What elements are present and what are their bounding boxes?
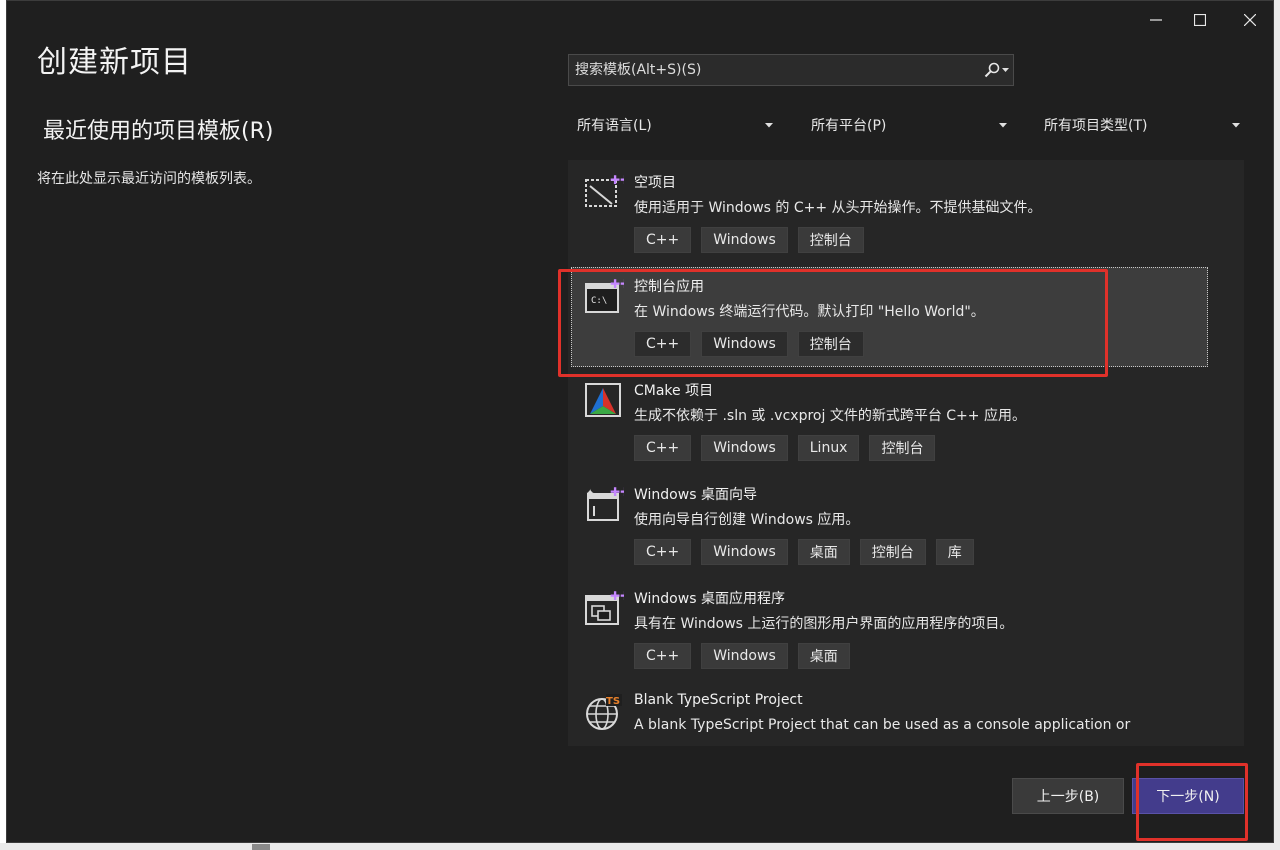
template-item-desktop-app[interactable]: ✚✚ Windows 桌面应用程序 具有在 Windows 上运行的图形用户界面… (568, 576, 1244, 680)
empty-project-icon: ✚✚ (585, 173, 624, 207)
tag: Windows (701, 539, 788, 565)
template-name: 空项目 (634, 175, 676, 191)
template-name: Blank TypeScript Project (634, 692, 803, 708)
tag: C++ (634, 539, 692, 565)
tag: Windows (701, 227, 788, 253)
chevron-down-icon (765, 122, 773, 127)
tag: 控制台 (869, 435, 936, 461)
chevron-down-icon (1232, 122, 1240, 127)
recent-templates-heading: 最近使用的项目模板(R) (43, 119, 274, 144)
template-description: 在 Windows 终端运行代码。默认打印 "Hello World"。 (634, 304, 985, 320)
tag: 库 (935, 539, 974, 565)
create-project-dialog: 创建新项目 最近使用的项目模板(R) 将在此处显示最近访问的模板列表。 所有语言… (6, 0, 1274, 843)
tag: Windows (701, 435, 788, 461)
template-description: 具有在 Windows 上运行的图形用户界面的应用程序的项目。 (634, 616, 1014, 632)
template-tags: C++ Windows 桌面 (634, 643, 850, 669)
tag: 控制台 (797, 227, 864, 253)
platform-filter-label: 所有平台(P) (811, 118, 887, 134)
tag: 控制台 (859, 539, 926, 565)
tag: 桌面 (797, 643, 850, 669)
template-description: 使用适用于 Windows 的 C++ 从头开始操作。不提供基础文件。 (634, 200, 1042, 216)
template-item-empty-project[interactable]: ✚✚ 空项目 使用适用于 Windows 的 C++ 从头开始操作。不提供基础文… (568, 160, 1244, 264)
svg-text:TS: TS (606, 696, 620, 707)
language-filter-dropdown[interactable]: 所有语言(L) (577, 111, 773, 139)
template-list[interactable]: ✚✚ 空项目 使用适用于 Windows 的 C++ 从头开始操作。不提供基础文… (568, 160, 1244, 746)
project-type-filter-dropdown[interactable]: 所有项目类型(T) (1044, 111, 1240, 139)
chevron-down-icon (1001, 67, 1009, 72)
template-name: Windows 桌面向导 (634, 487, 757, 503)
tag: Windows (701, 643, 788, 669)
template-tags: C++ Windows Linux 控制台 (634, 435, 936, 461)
recent-templates-empty-text: 将在此处显示最近访问的模板列表。 (37, 171, 261, 187)
close-icon (1244, 14, 1256, 26)
console-app-icon: C:\ ✚✚ (585, 277, 624, 313)
scroll-nub (252, 844, 270, 850)
desktop-app-icon: ✚✚ (585, 589, 624, 625)
search-icon (984, 62, 999, 78)
maximize-icon (1194, 14, 1206, 26)
tag: Linux (797, 435, 860, 461)
platform-filter-dropdown[interactable]: 所有平台(P) (811, 111, 1007, 139)
next-button[interactable]: 下一步(N) (1132, 778, 1244, 814)
template-item-cmake-project[interactable]: CMake 项目 生成不依赖于 .sln 或 .vcxproj 文件的新式跨平台… (568, 368, 1244, 472)
template-tags: C++ Windows 控制台 (634, 227, 864, 253)
template-item-blank-typescript[interactable]: TS Blank TypeScript Project A blank Type… (568, 680, 1244, 746)
typescript-globe-icon: TS (586, 694, 622, 730)
template-name: CMake 项目 (634, 383, 714, 399)
template-description: A blank TypeScript Project that can be u… (634, 717, 1131, 733)
template-description: 生成不依赖于 .sln 或 .vcxproj 文件的新式跨平台 C++ 应用。 (634, 408, 1026, 424)
tag: C++ (634, 643, 692, 669)
page-title: 创建新项目 (37, 45, 192, 80)
svg-text:✚✚: ✚✚ (610, 277, 624, 291)
template-tags: C++ Windows 控制台 (634, 331, 864, 357)
minimize-button[interactable] (1133, 5, 1179, 35)
svg-text:✚✚: ✚✚ (610, 173, 624, 187)
tag: C++ (634, 227, 692, 253)
cmake-icon (585, 383, 621, 417)
svg-text:✚✚: ✚✚ (610, 485, 624, 499)
template-name: 控制台应用 (634, 279, 704, 295)
template-description: 使用向导自行创建 Windows 应用。 (634, 512, 860, 528)
tag: C++ (634, 331, 692, 357)
desktop-wizard-icon: ✦ ✚✚ (586, 485, 624, 521)
language-filter-label: 所有语言(L) (577, 118, 652, 134)
background-window-edge (1274, 0, 1280, 843)
project-type-filter-label: 所有项目类型(T) (1044, 118, 1148, 134)
tag: 控制台 (797, 331, 864, 357)
template-item-desktop-wizard[interactable]: ✦ ✚✚ Windows 桌面向导 使用向导自行创建 Windows 应用。 C… (568, 472, 1244, 576)
template-search-box[interactable] (568, 54, 1014, 86)
svg-text:✚✚: ✚✚ (610, 589, 624, 603)
back-button[interactable]: 上一步(B) (1012, 778, 1124, 814)
maximize-button[interactable] (1177, 5, 1223, 35)
background-window-strip (0, 843, 1280, 850)
svg-text:✦: ✦ (586, 488, 594, 499)
svg-text:C:\: C:\ (591, 296, 607, 306)
close-button[interactable] (1227, 5, 1273, 35)
tag: Windows (701, 331, 788, 357)
search-options-button[interactable] (979, 55, 1013, 85)
chevron-down-icon (999, 122, 1007, 127)
template-name: Windows 桌面应用程序 (634, 591, 785, 607)
template-item-console-app[interactable]: C:\ ✚✚ 控制台应用 在 Windows 终端运行代码。默认打印 "Hell… (568, 264, 1244, 368)
tag: C++ (634, 435, 692, 461)
tag: 桌面 (797, 539, 850, 565)
template-search-input[interactable] (569, 55, 979, 85)
minimize-icon (1150, 19, 1162, 21)
template-tags: C++ Windows 桌面 控制台 库 (634, 539, 974, 565)
